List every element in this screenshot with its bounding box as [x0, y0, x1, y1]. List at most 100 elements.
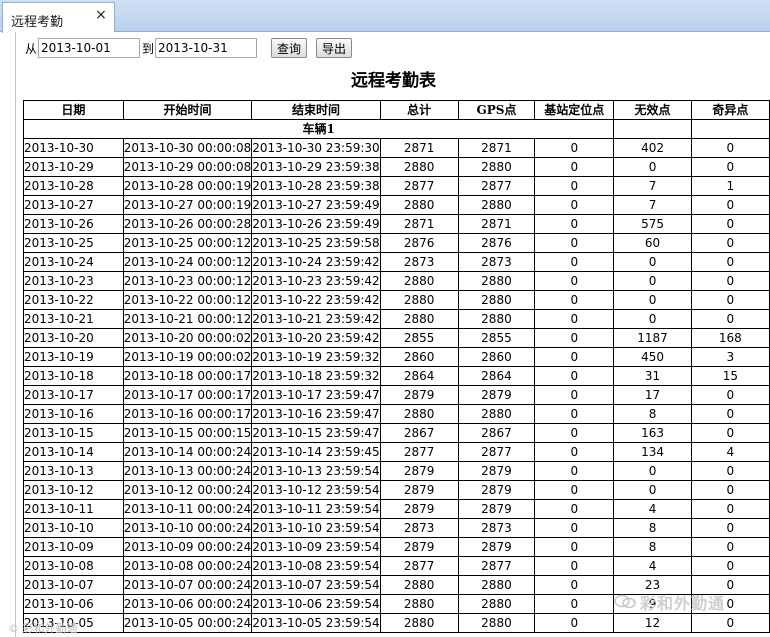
tab-bar: 远程考勤 × [0, 0, 770, 33]
cell-anomaly: 15 [690, 366, 770, 386]
cell-end-time: 2013-10-24 23:59:42 [251, 252, 381, 272]
cell-start-time: 2013-10-19 00:00:02 [122, 347, 253, 367]
cell-base-station: 0 [534, 309, 615, 329]
cell-total: 2876 [379, 233, 459, 253]
cell-end-time: 2013-10-16 23:59:47 [251, 404, 381, 424]
end-date-input[interactable] [155, 38, 258, 58]
table-row: 2013-10-12 2013-10-12 00:00:24 2013-10-12 … [23, 480, 770, 500]
cell-invalid: 4 [613, 556, 692, 576]
cell-anomaly: 0 [690, 537, 770, 557]
cell-date: 2013-10-23 [23, 271, 124, 291]
table-row: 2013-10-14 2013-10-14 00:00:24 2013-10-14 … [23, 442, 770, 462]
cell-gps: 2864 [457, 366, 536, 386]
query-button[interactable]: 查询 [271, 38, 308, 58]
cell-invalid: 60 [613, 233, 692, 253]
cell-invalid: 575 [613, 214, 692, 234]
chat-bubble-icon [614, 594, 636, 610]
cell-date: 2013-10-29 [23, 157, 124, 177]
cell-gps: 2879 [457, 461, 536, 481]
table-row: 2013-10-23 2013-10-23 00:00:12 2013-10-23 … [23, 271, 770, 291]
cell-start-time: 2013-10-06 00:00:24 [122, 594, 253, 614]
cell-gps: 2879 [457, 537, 536, 557]
cell-date: 2013-10-24 [23, 252, 124, 272]
cell-total: 2880 [379, 309, 459, 329]
cell-total: 2873 [379, 252, 459, 272]
cell-date: 2013-10-15 [23, 423, 124, 443]
cell-base-station: 0 [534, 157, 615, 177]
cell-start-time: 2013-10-07 00:00:24 [122, 575, 253, 595]
cell-end-time: 2013-10-09 23:59:54 [251, 537, 381, 557]
cell-end-time: 2013-10-10 23:59:54 [251, 518, 381, 538]
cell-start-time: 2013-10-11 00:00:24 [122, 499, 253, 519]
cell-total: 2879 [379, 461, 459, 481]
start-date-input[interactable] [38, 38, 141, 58]
cell-start-time: 2013-10-20 00:00:02 [122, 328, 253, 348]
cell-total: 2880 [379, 575, 459, 595]
cell-end-time: 2013-10-18 23:59:32 [251, 366, 381, 386]
cell-total: 2877 [379, 442, 459, 462]
cell-invalid: 0 [613, 157, 692, 177]
cell-gps: 2867 [457, 423, 536, 443]
cell-start-time: 2013-10-23 00:00:12 [122, 271, 253, 291]
cell-start-time: 2013-10-13 00:00:24 [122, 461, 253, 481]
watermark-text: 彩和外勤通 [640, 594, 726, 613]
cell-base-station: 0 [534, 252, 615, 272]
cell-total: 2867 [379, 423, 459, 443]
filter-toolbar: 从 到 查询 导出 [25, 37, 353, 59]
cell-anomaly: 0 [690, 404, 770, 424]
table-row: 2013-10-27 2013-10-27 00:00:19 2013-10-27 … [23, 195, 770, 215]
cell-base-station: 0 [534, 214, 615, 234]
cell-date: 2013-10-14 [23, 442, 124, 462]
table-row: 2013-10-16 2013-10-16 00:00:17 2013-10-16 … [23, 404, 770, 424]
cell-anomaly: 0 [690, 290, 770, 310]
col-gps-header: GPS点 [457, 100, 536, 120]
cell-total: 2871 [379, 214, 459, 234]
header-row: 日期 开始时间 结束时间 总计 GPS点 基站定位点 无效点 奇异点 [23, 100, 770, 120]
cell-invalid: 0 [613, 461, 692, 481]
cell-base-station: 0 [534, 613, 615, 633]
table-row: 2013-10-30 2013-10-30 00:00:08 2013-10-30 … [23, 138, 770, 158]
cell-date: 2013-10-28 [23, 176, 124, 196]
cell-total: 2864 [379, 366, 459, 386]
cell-base-station: 0 [534, 271, 615, 291]
cell-end-time: 2013-10-13 23:59:54 [251, 461, 381, 481]
report-title: 远程考勤表 [351, 71, 436, 91]
table-row: 2013-10-10 2013-10-10 00:00:24 2013-10-10 … [23, 518, 770, 538]
cell-anomaly: 0 [690, 214, 770, 234]
cell-start-time: 2013-10-15 00:00:15 [122, 423, 253, 443]
cell-base-station: 0 [534, 518, 615, 538]
cell-base-station: 0 [534, 537, 615, 557]
cell-date: 2013-10-22 [23, 290, 124, 310]
cell-invalid: 163 [613, 423, 692, 443]
cell-end-time: 2013-10-23 23:59:42 [251, 271, 381, 291]
cell-start-time: 2013-10-22 00:00:12 [122, 290, 253, 310]
close-icon[interactable]: × [94, 8, 108, 22]
cell-end-time: 2013-10-15 23:59:47 [251, 423, 381, 443]
cell-date: 2013-10-07 [23, 575, 124, 595]
cell-gps: 2880 [457, 575, 536, 595]
cell-invalid: 8 [613, 537, 692, 557]
cell-total: 2879 [379, 480, 459, 500]
cell-anomaly: 0 [690, 157, 770, 177]
watermark: 彩和外勤通 [614, 590, 725, 614]
cell-gps: 2879 [457, 480, 536, 500]
cell-date: 2013-10-17 [23, 385, 124, 405]
cell-end-time: 2013-10-21 23:59:42 [251, 309, 381, 329]
cell-start-time: 2013-10-27 00:00:19 [122, 195, 253, 215]
tab-remote-attendance[interactable]: 远程考勤 × [2, 2, 115, 33]
cell-date: 2013-10-13 [23, 461, 124, 481]
cell-end-time: 2013-10-06 23:59:54 [251, 594, 381, 614]
cell-gps: 2877 [457, 442, 536, 462]
cell-date: 2013-10-20 [23, 328, 124, 348]
cell-base-station: 0 [534, 366, 615, 386]
cell-date: 2013-10-19 [23, 347, 124, 367]
cell-start-time: 2013-10-05 00:00:24 [122, 613, 253, 633]
cell-end-time: 2013-10-27 23:59:49 [251, 195, 381, 215]
cell-anomaly: 0 [690, 461, 770, 481]
cell-anomaly: 0 [690, 271, 770, 291]
export-button[interactable]: 导出 [316, 38, 353, 58]
table-row: 2013-10-20 2013-10-20 00:00:02 2013-10-20 … [23, 328, 770, 348]
cell-gps: 2860 [457, 347, 536, 367]
cell-start-time: 2013-10-26 00:00:28 [122, 214, 253, 234]
col-start-time-header: 开始时间 [122, 100, 253, 120]
